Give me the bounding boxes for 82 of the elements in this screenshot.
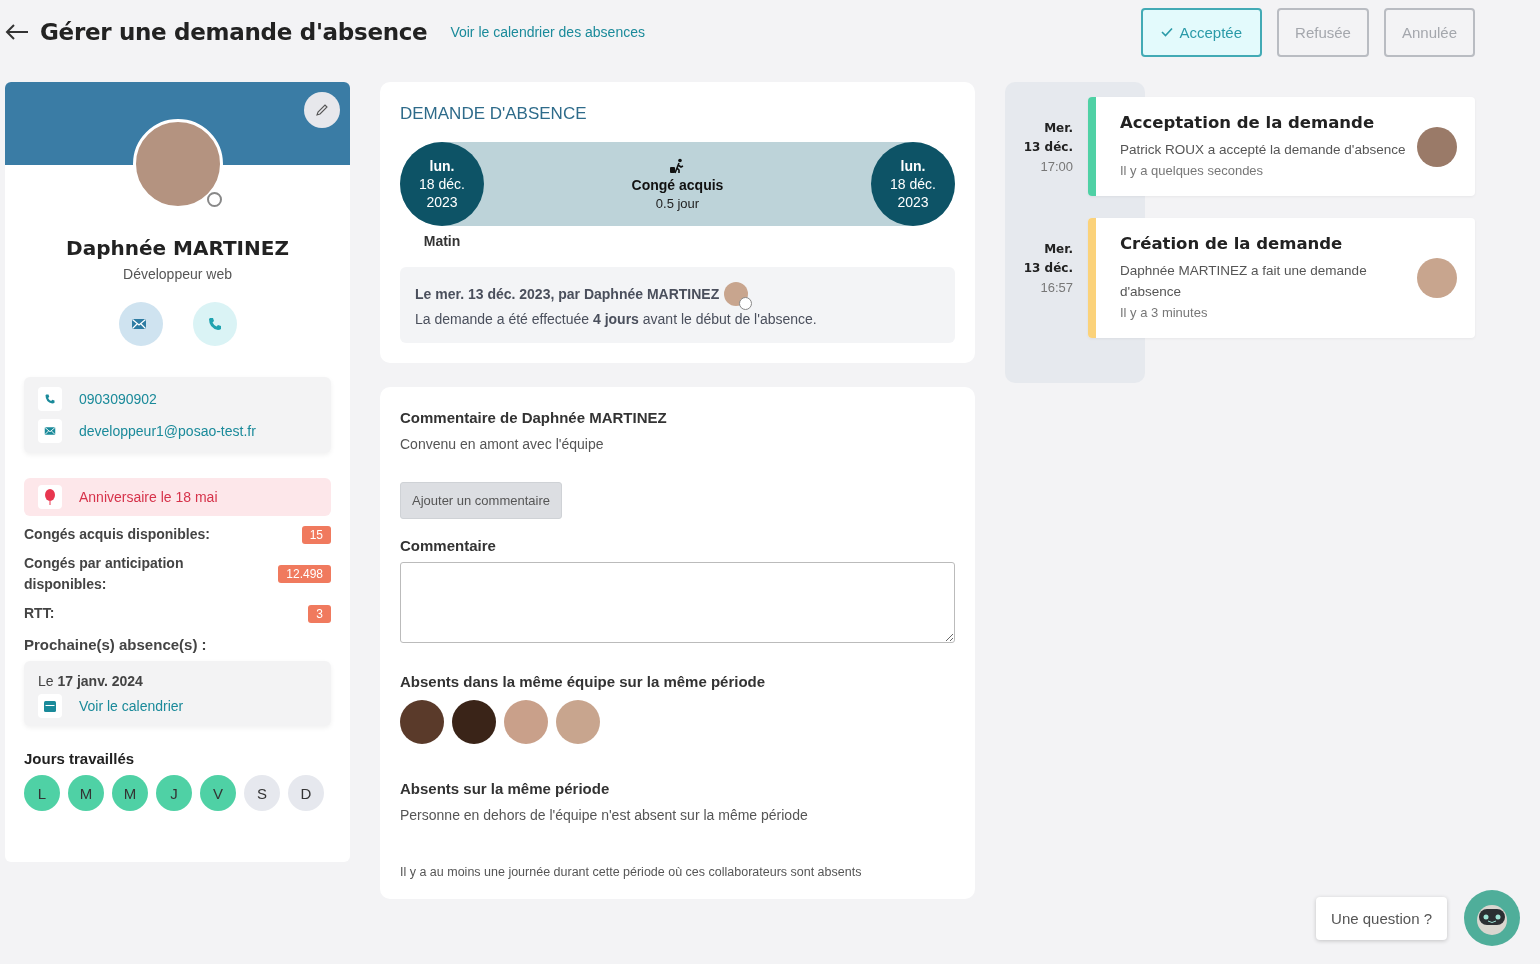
balance-badge: 12.498 — [278, 565, 331, 583]
avatar — [1417, 258, 1457, 298]
workday-chip: J — [156, 775, 192, 811]
comment-text: Convenu en amont avec l'équipe — [400, 436, 605, 452]
check-icon — [1160, 27, 1173, 37]
email-button[interactable] — [118, 302, 163, 346]
phone-icon — [206, 316, 223, 332]
avatar — [1417, 126, 1457, 167]
presence-dot — [739, 297, 753, 310]
status-button[interactable]: Annulée — [1383, 7, 1475, 57]
event-time: 16:57 — [1040, 279, 1073, 297]
calendar-icon — [44, 700, 56, 712]
avatar — [452, 700, 496, 744]
calendar-link[interactable]: Voir le calendrier des absences — [450, 24, 645, 40]
card-title: DEMANDE D'ABSENCE — [400, 104, 588, 124]
event-time-ago: Il y a quelques secondes — [1120, 163, 1265, 178]
event-text: Daphnée MARTINEZ a fait une demande d'absence — [1120, 262, 1368, 301]
date: 18 déc. — [890, 175, 936, 193]
workday-chip: V — [200, 775, 236, 811]
year: 2023 — [897, 193, 929, 211]
section-heading: Absents sur la même période — [400, 780, 611, 797]
balloon-icon — [44, 489, 56, 505]
pencil-icon — [315, 103, 329, 117]
chatbot-button[interactable] — [1464, 890, 1520, 946]
edit-button[interactable] — [304, 92, 340, 128]
back-arrow-icon — [5, 24, 29, 40]
workday-chip: D — [288, 775, 324, 811]
weekday: lun. — [429, 157, 455, 175]
year: 2023 — [426, 193, 458, 211]
event-date: 13 déc. — [1023, 260, 1073, 277]
section-heading: Commentaire de Daphnée MARTINEZ — [400, 409, 668, 426]
phone-icon — [44, 393, 56, 405]
event-title: Acceptation de la demande — [1120, 113, 1376, 132]
event-date: 13 déc. — [1023, 139, 1073, 156]
submission-text: Le mer. 13 déc. 2023, par Daphnée MARTINEZ — [415, 286, 720, 302]
balance-label: Congés par anticipation disponibles: — [24, 554, 185, 594]
help-button[interactable]: Une question ? — [1316, 896, 1447, 940]
job-title: Développeur web — [122, 266, 233, 282]
workday-chip: M — [112, 775, 148, 811]
page-title: Gérer une demande d'absence — [40, 19, 428, 45]
absence-date: Le 17 janv. 2024 — [38, 673, 144, 689]
event-title: Création de la demande — [1120, 234, 1344, 253]
notice-text: La demande a été effectuée 4 jours avant le début de l'absence. — [415, 311, 818, 327]
status-button[interactable]: Acceptée — [1140, 7, 1263, 57]
section-label: Prochaine(s) absence(s) : — [24, 636, 208, 653]
workday-chip: M — [68, 775, 104, 811]
balance-badge: 3 — [308, 604, 331, 623]
balance-badge: 15 — [301, 525, 331, 544]
event-time: 17:00 — [1040, 158, 1073, 176]
weekday: lun. — [900, 157, 926, 175]
envelope-icon — [44, 425, 56, 437]
avatar — [504, 700, 548, 744]
back-button[interactable] — [5, 24, 29, 40]
info-text: Personne en dehors de l'équipe n'est absent sur la même période — [400, 807, 809, 823]
calendar-link[interactable]: Voir le calendrier — [79, 698, 184, 714]
avatar — [400, 700, 444, 744]
field-label: Commentaire — [400, 537, 497, 554]
call-button[interactable] — [192, 302, 237, 346]
event-day: Mer. — [1044, 240, 1073, 259]
footnote-text: Il y a au moins une journée durant cette période où ces collaborateurs sont absents — [400, 865, 863, 879]
add-comment-button[interactable]: Ajouter un commentaire — [400, 482, 562, 519]
event-time-ago: Il y a 3 minutes — [1120, 305, 1209, 320]
comment-field[interactable] — [400, 562, 955, 643]
traveler-icon — [669, 157, 686, 174]
phone-link[interactable]: 0903090902 — [79, 391, 157, 407]
leave-duration: 0.5 jour — [655, 195, 700, 211]
section-heading: Absents dans la même équipe sur la même période — [400, 673, 767, 690]
employee-name: Daphnée MARTINEZ — [65, 236, 290, 260]
birthday-text: Anniversaire le 18 mai — [79, 489, 218, 505]
leave-type: Congé acquis — [631, 176, 724, 193]
status-button[interactable]: Refusée — [1277, 7, 1369, 57]
email-link[interactable]: developpeur1@posao-test.fr — [79, 423, 256, 439]
event-text: Patrick ROUX a accepté la demande d'absence — [1120, 141, 1407, 159]
avatar — [556, 700, 600, 744]
date: 18 déc. — [419, 175, 465, 193]
balance-label: Congés acquis disponibles: — [24, 525, 211, 544]
event-day: Mer. — [1044, 119, 1073, 138]
half-day-label: Matin — [422, 233, 462, 249]
workday-chip: S — [244, 775, 280, 811]
balance-label: RTT: — [24, 604, 56, 623]
workday-chip: L — [24, 775, 60, 811]
section-label: Jours travaillés — [24, 750, 136, 767]
